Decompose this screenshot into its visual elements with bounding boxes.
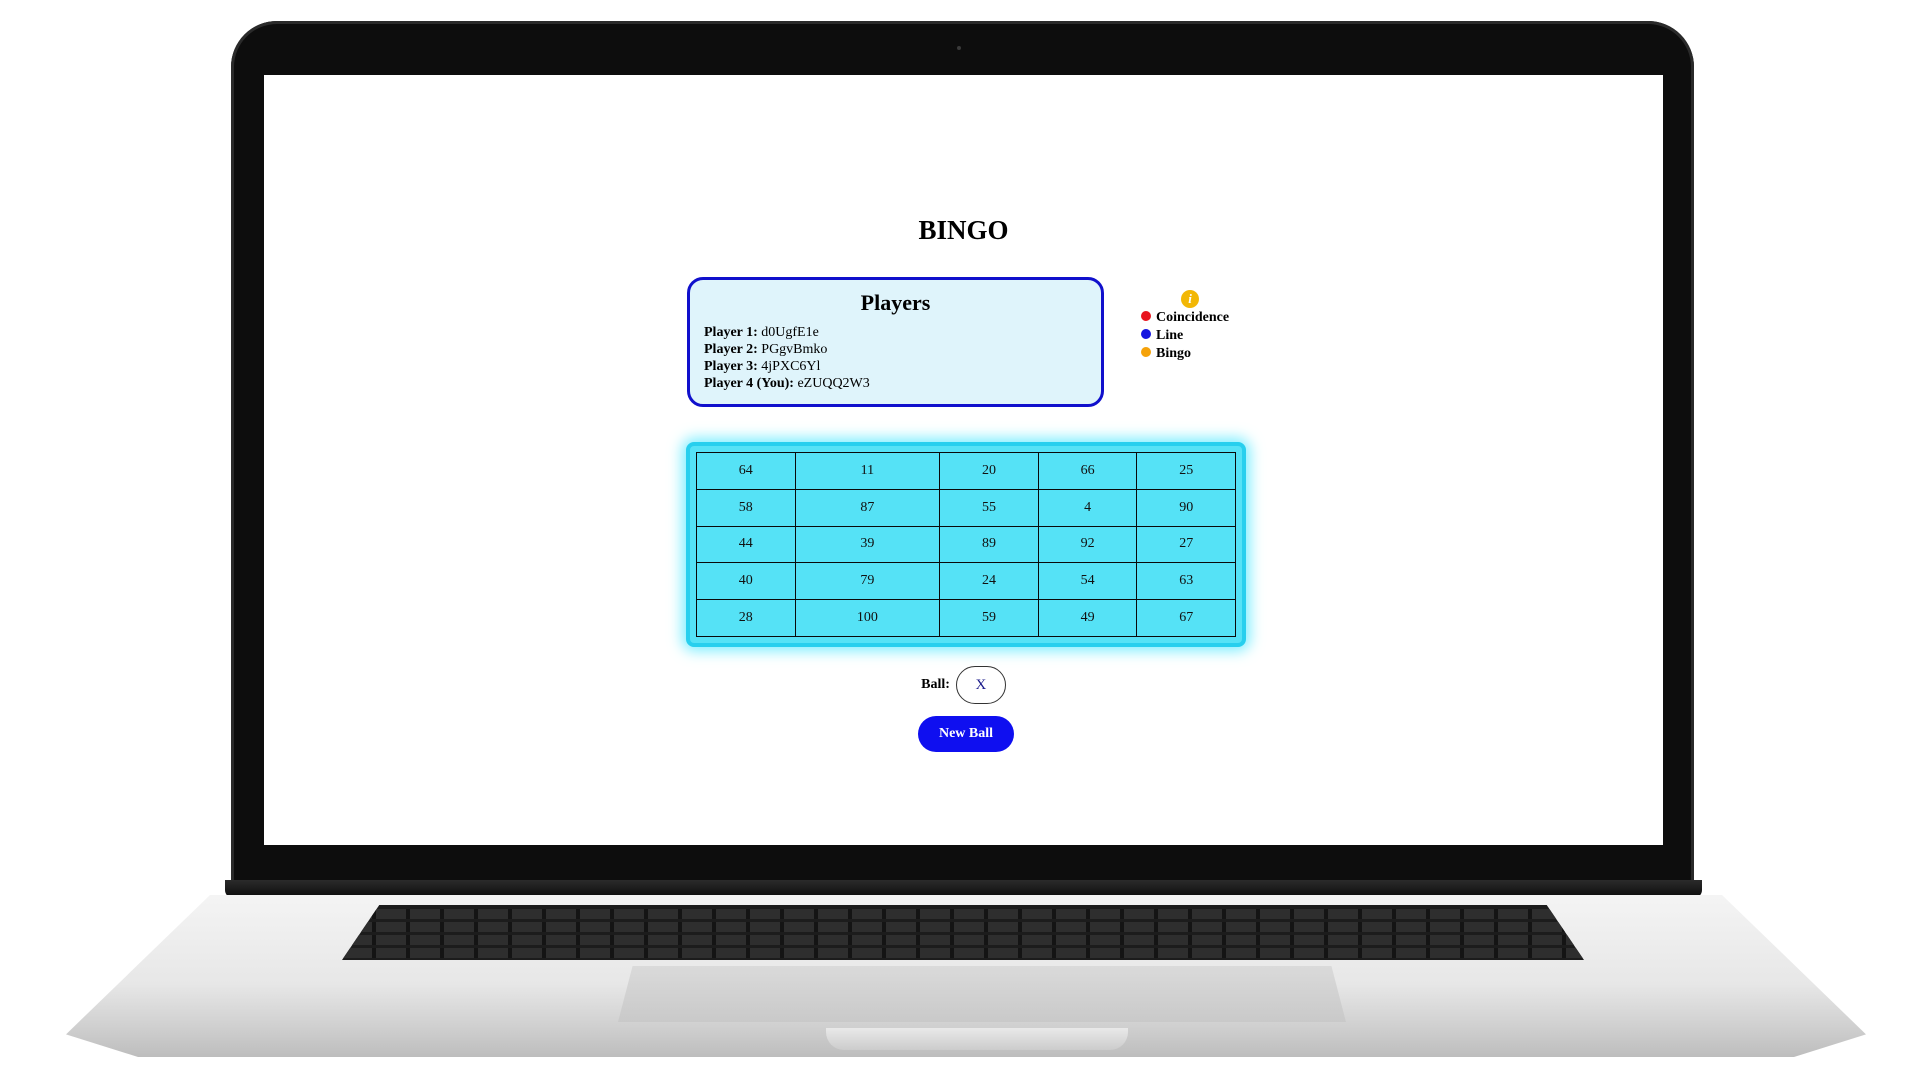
player-label: Player 4 (You): [704, 376, 794, 391]
card-cell[interactable]: 66 [1037, 452, 1138, 490]
card-cell[interactable]: 24 [939, 562, 1039, 601]
player-row: Player 2: PGgvBmko [704, 341, 1087, 358]
players-panel: Players Player 1: d0UgfE1e Player 2: PGg… [687, 277, 1104, 407]
page-title: BINGO [918, 215, 1009, 245]
card-row: 44 39 89 92 27 [696, 525, 1236, 564]
card-row: 40 79 24 54 63 [696, 562, 1236, 601]
card-cell[interactable]: 89 [939, 525, 1039, 564]
card-cell[interactable]: 27 [1136, 525, 1236, 564]
card-cell[interactable]: 92 [1037, 525, 1138, 564]
player-name: PGgvBmko [761, 342, 828, 357]
player-row: Player 4 (You): eZUQQ2W3 [704, 375, 1087, 392]
card-cell[interactable]: 79 [794, 562, 941, 601]
card-cell[interactable]: 11 [794, 452, 941, 490]
player-name: d0UgfE1e [761, 325, 819, 340]
card-cell[interactable]: 59 [939, 599, 1039, 637]
card-cell[interactable]: 40 [696, 562, 796, 601]
card-cell[interactable]: 39 [794, 525, 941, 564]
card-cell[interactable]: 28 [696, 599, 796, 637]
legend-item-bingo: Bingo [1141, 345, 1281, 362]
player-name: eZUQQ2W3 [797, 376, 870, 391]
card-cell[interactable]: 63 [1136, 562, 1236, 601]
legend-label: Line [1156, 328, 1184, 343]
card-cell[interactable]: 58 [696, 488, 796, 527]
orange-dot-icon [1141, 347, 1151, 357]
ball-display: Ball: X [264, 665, 1663, 705]
info-icon[interactable]: i [1181, 290, 1199, 308]
card-cell[interactable]: 90 [1136, 488, 1236, 527]
legend: i Coincidence Line Bingo [1141, 290, 1281, 362]
blue-dot-icon [1141, 329, 1151, 339]
card-cell[interactable]: 55 [939, 488, 1039, 527]
laptop-mockup: BINGO Players Player 1: d0UgfE1e Player … [0, 0, 1920, 1080]
player-name: 4jPXC6Yl [761, 359, 821, 374]
card-cell[interactable]: 44 [696, 525, 796, 564]
card-cell[interactable]: 25 [1136, 452, 1236, 490]
card-cell[interactable]: 49 [1037, 599, 1138, 637]
legend-label: Bingo [1156, 346, 1192, 361]
legend-label: Coincidence [1156, 310, 1230, 325]
card-cell[interactable]: 4 [1037, 488, 1138, 527]
card-cell[interactable]: 54 [1037, 562, 1138, 601]
player-label: Player 3: [704, 359, 758, 374]
laptop-screen: BINGO Players Player 1: d0UgfE1e Player … [264, 75, 1663, 845]
lid-opening-notch [826, 1028, 1128, 1050]
webcam [957, 46, 961, 50]
card-cell[interactable]: 100 [794, 599, 941, 637]
player-row: Player 3: 4jPXC6Yl [704, 358, 1087, 375]
card-row: 58 87 55 4 90 [696, 488, 1236, 527]
card-cell[interactable]: 87 [794, 488, 941, 527]
red-dot-icon [1141, 311, 1151, 321]
card-cell[interactable]: 67 [1136, 599, 1236, 637]
player-label: Player 1: [704, 325, 758, 340]
card-cell[interactable]: 64 [696, 452, 796, 490]
card-row: 28 100 59 49 67 [696, 599, 1236, 637]
bingo-card: 64 11 20 66 25 58 87 55 4 90 44 39 89 92 27 40 79 24 54 63 2… [686, 442, 1246, 647]
keyboard [342, 905, 1584, 960]
card-cell[interactable]: 20 [939, 452, 1039, 490]
bingo-grid: 64 11 20 66 25 58 87 55 4 90 44 39 89 92 27 40 79 24 54 63 2… [696, 452, 1236, 637]
ball-value: X [955, 666, 1006, 704]
new-ball-button[interactable]: New Ball [918, 716, 1014, 752]
legend-item-line: Line [1141, 327, 1281, 344]
legend-item-coincidence: Coincidence [1141, 309, 1281, 326]
card-row: 64 11 20 66 25 [696, 452, 1236, 490]
trackpad [618, 966, 1346, 1022]
ball-label: Ball: [921, 677, 950, 692]
players-heading: Players [860, 290, 931, 315]
player-row: Player 1: d0UgfE1e [704, 324, 1087, 341]
player-label: Player 2: [704, 342, 758, 357]
